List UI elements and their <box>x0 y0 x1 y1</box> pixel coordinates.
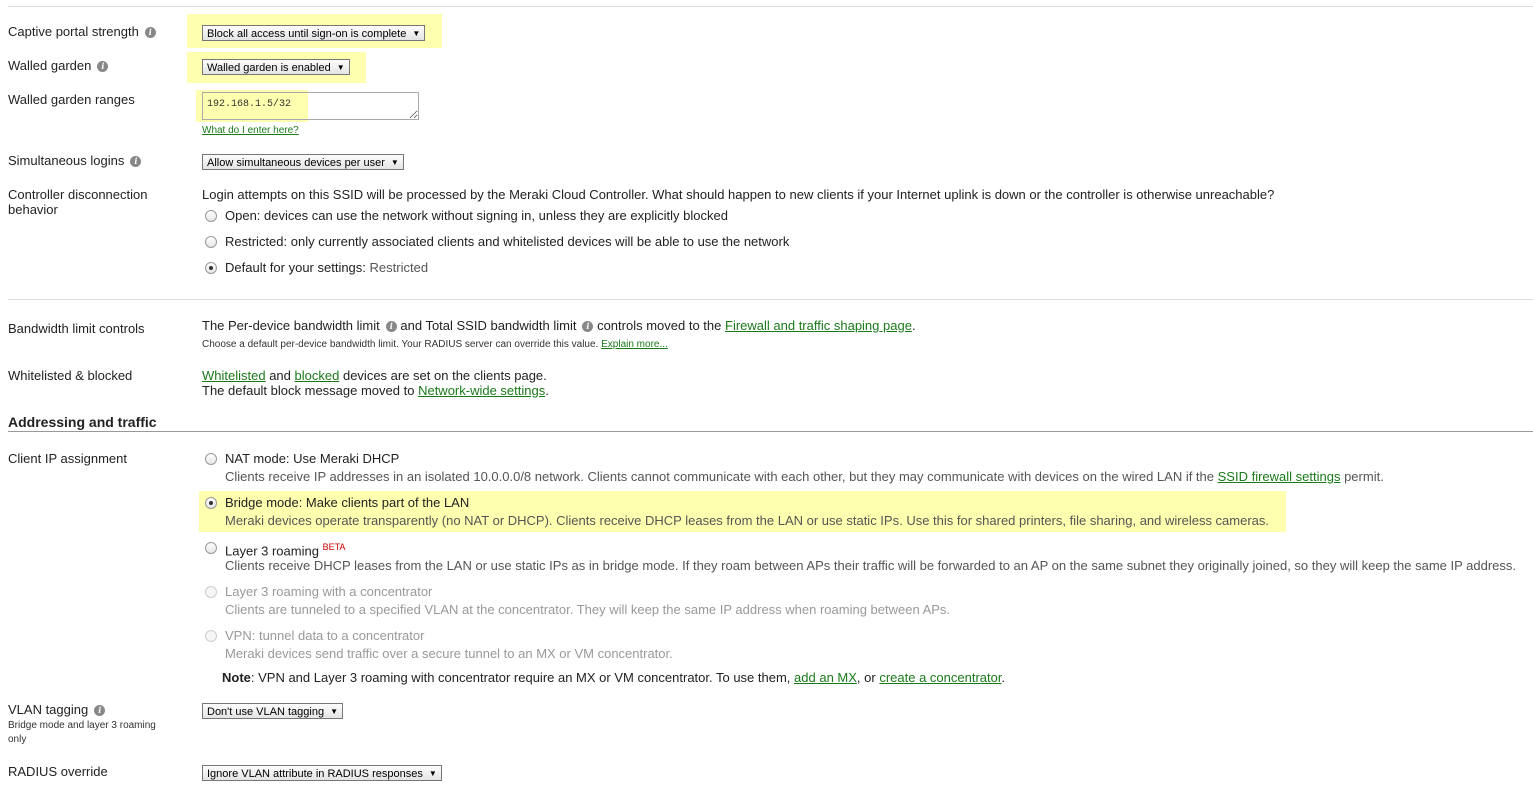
radio-vpn-concentrator <box>205 630 217 642</box>
captive-portal-select[interactable]: Block all access until sign-on is comple… <box>202 25 426 41</box>
option-default-label: Default for your settings: Restricted <box>225 260 429 275</box>
blocked-link[interactable]: blocked <box>295 368 340 383</box>
radio-open[interactable] <box>205 210 217 222</box>
option-open-label: Open: devices can use the network withou… <box>225 208 728 223</box>
walled-garden-select[interactable]: Walled garden is enabled ▼ <box>202 59 350 75</box>
controller-disconnection-label: Controller disconnection behavior <box>8 187 148 217</box>
vlan-tagging-label: VLAN tagging i <box>8 702 106 717</box>
concentrator-note: Note: VPN and Layer 3 roaming with conce… <box>222 670 1006 685</box>
radio-layer3-roaming[interactable] <box>205 542 217 554</box>
radio-default[interactable] <box>205 262 217 274</box>
captive-portal-label: Captive portal strength i <box>8 24 156 39</box>
whitelist-label: Whitelisted & blocked <box>8 368 133 383</box>
vlan-tagging-select[interactable]: Don't use VLAN tagging ▼ <box>202 703 343 719</box>
vlan-tagging-subtext: Bridge mode and layer 3 roaming only <box>8 720 156 745</box>
info-icon[interactable]: i <box>130 156 142 167</box>
info-icon[interactable]: i <box>97 61 109 72</box>
dropdown-arrow-icon: ▼ <box>330 707 338 716</box>
section-divider <box>8 299 1533 300</box>
layer3-roaming-desc: Clients receive DHCP leases from the LAN… <box>225 558 1517 573</box>
info-icon[interactable]: i <box>385 321 397 332</box>
add-an-mx-link[interactable]: add an MX <box>794 670 857 685</box>
bridge-mode-title: Bridge mode: Make clients part of the LA… <box>225 495 470 510</box>
controller-disconnection-intro: Login attempts on this SSID will be proc… <box>202 187 1275 202</box>
nat-mode-desc: Clients receive IP addresses in an isola… <box>225 469 1384 484</box>
nat-mode-title: NAT mode: Use Meraki DHCP <box>225 451 400 466</box>
radio-layer3-concentrator <box>205 586 217 598</box>
addressing-divider <box>8 431 1533 432</box>
layer3-roaming-title: Layer 3 roaming BETA <box>225 542 346 559</box>
whitelist-text-line2: The default block message moved to Netwo… <box>202 383 549 398</box>
walled-garden-ranges-label: Walled garden ranges <box>8 92 135 107</box>
top-divider <box>8 6 1533 7</box>
info-icon[interactable]: i <box>144 27 156 38</box>
bridge-mode-desc: Meraki devices operate transparently (no… <box>225 513 1270 528</box>
firewall-traffic-shaping-link[interactable]: Firewall and traffic shaping page <box>725 318 912 333</box>
dropdown-arrow-icon: ▼ <box>412 29 421 38</box>
radio-bridge-mode[interactable] <box>205 497 217 509</box>
what-do-i-enter-link[interactable]: What do I enter here? <box>202 123 299 138</box>
option-restricted-label: Restricted: only currently associated cl… <box>225 234 790 249</box>
simultaneous-logins-label: Simultaneous logins i <box>8 153 142 168</box>
radio-nat-mode[interactable] <box>205 453 217 465</box>
bandwidth-note: Choose a default per-device bandwidth li… <box>202 339 668 350</box>
dropdown-arrow-icon: ▼ <box>428 769 437 778</box>
dropdown-arrow-icon: ▼ <box>390 158 399 167</box>
radius-override-select[interactable]: Ignore VLAN attribute in RADIUS response… <box>202 765 442 781</box>
bandwidth-label: Bandwidth limit controls <box>8 321 145 336</box>
walled-garden-ranges-input[interactable] <box>202 92 419 120</box>
explain-more-link[interactable]: Explain more... <box>601 339 668 350</box>
bandwidth-text: The Per-device bandwidth limit i and Tota… <box>202 318 916 333</box>
beta-badge: BETA <box>322 542 346 552</box>
info-icon[interactable]: i <box>94 705 106 716</box>
client-ip-label: Client IP assignment <box>8 451 127 466</box>
whitelist-text-line1: Whitelisted and blocked devices are set … <box>202 368 547 383</box>
vpn-concentrator-title: VPN: tunnel data to a concentrator <box>225 628 425 643</box>
network-wide-settings-link[interactable]: Network-wide settings <box>418 383 545 398</box>
dropdown-arrow-icon: ▼ <box>336 63 345 72</box>
radius-override-label: RADIUS override <box>8 764 108 779</box>
simultaneous-logins-select[interactable]: Allow simultaneous devices per user ▼ <box>202 154 404 170</box>
layer3-concentrator-title: Layer 3 roaming with a concentrator <box>225 584 433 599</box>
vpn-concentrator-desc: Meraki devices send traffic over a secur… <box>225 646 673 661</box>
walled-garden-label: Walled garden i <box>8 58 109 73</box>
radio-restricted[interactable] <box>205 236 217 248</box>
layer3-concentrator-desc: Clients are tunneled to a specified VLAN… <box>225 602 951 617</box>
info-icon[interactable]: i <box>582 321 594 332</box>
create-concentrator-link[interactable]: create a concentrator <box>879 670 1001 685</box>
whitelisted-link[interactable]: Whitelisted <box>202 368 266 383</box>
ssid-firewall-settings-link[interactable]: SSID firewall settings <box>1218 469 1341 484</box>
section-title-addressing: Addressing and traffic <box>8 414 157 430</box>
